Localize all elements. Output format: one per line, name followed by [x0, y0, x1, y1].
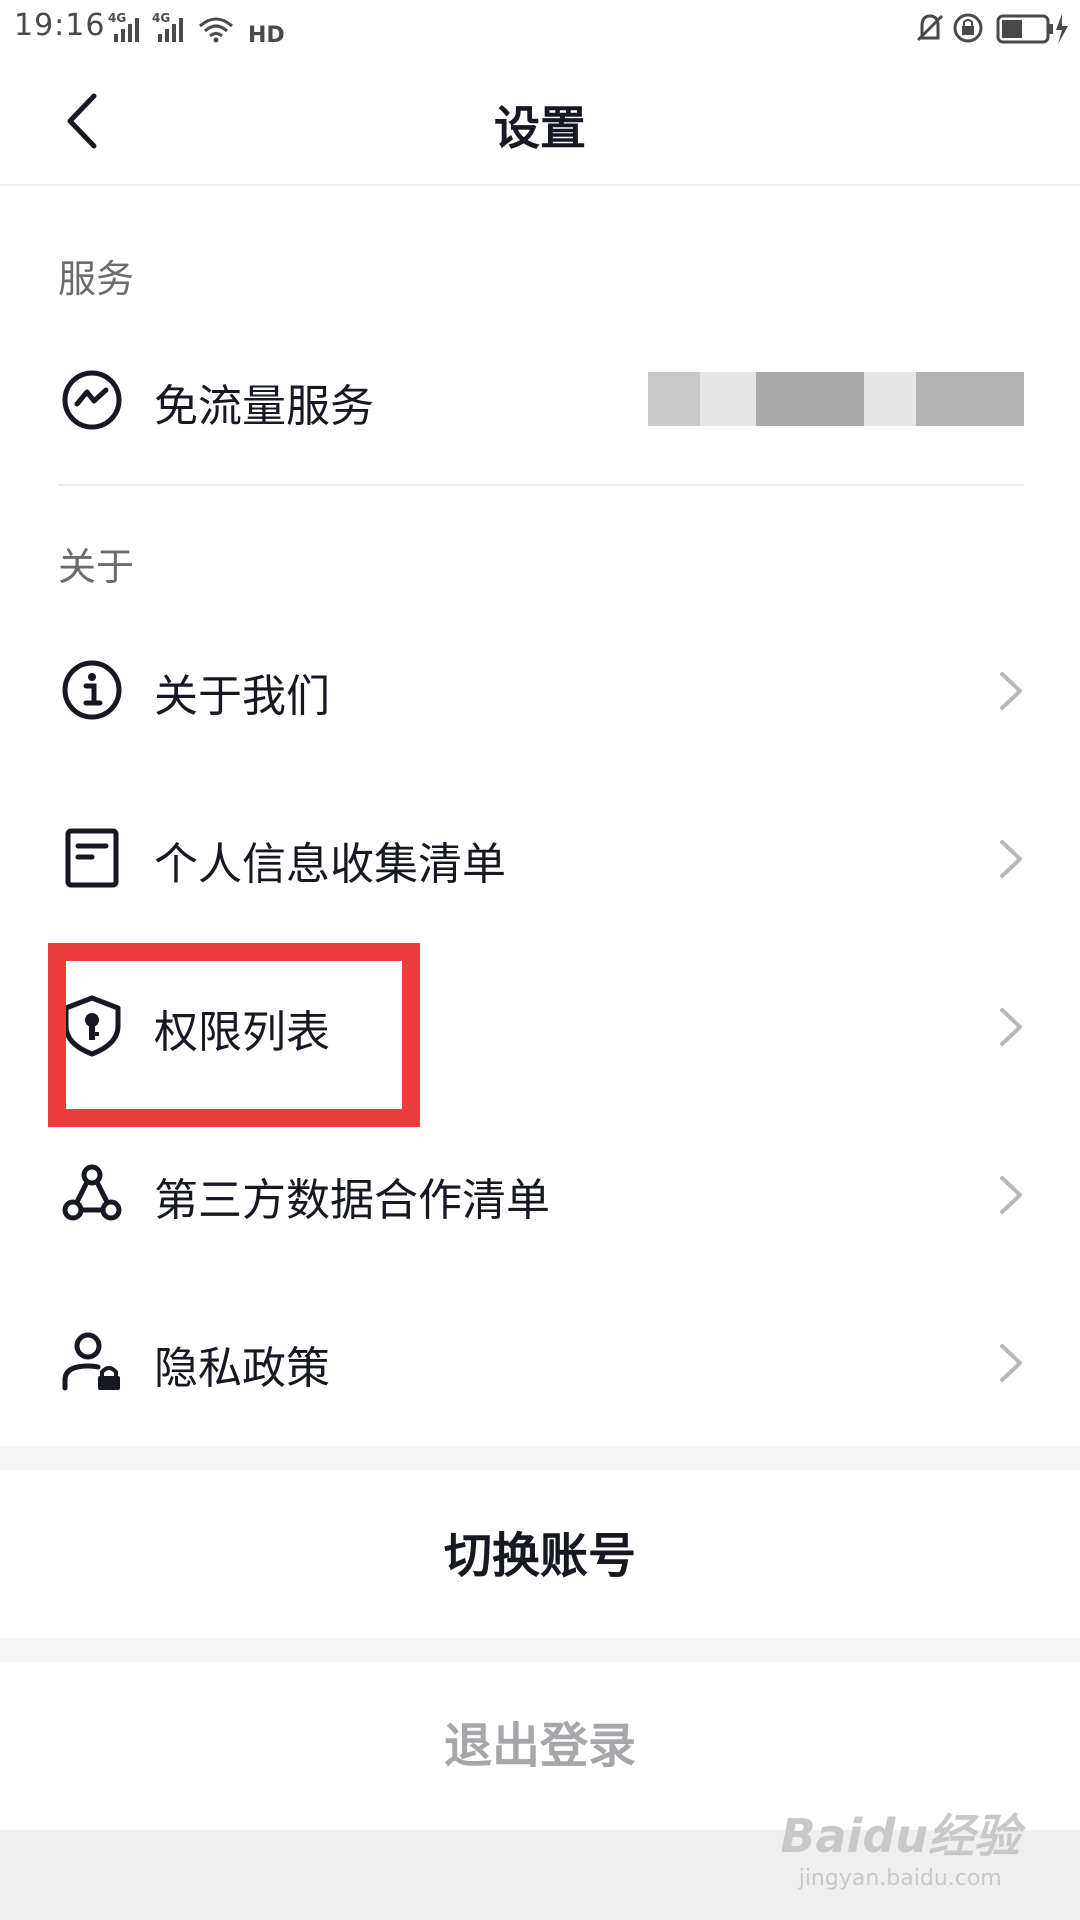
row-label: 关于我们 — [154, 671, 330, 722]
section-gap — [0, 1446, 1080, 1470]
watermark-logo: Baidu经验 — [780, 1809, 1020, 1863]
chevron-right-icon — [1000, 1344, 1022, 1382]
row-personal-info-list[interactable]: 个人信息收集清单 — [0, 788, 1080, 928]
info-icon — [62, 660, 122, 720]
watermark-url: jingyan.baidu.com — [798, 1866, 1002, 1891]
section-header-service: 服务 — [58, 257, 135, 301]
page-title: 设置 — [494, 101, 586, 155]
chevron-right-icon — [1000, 1008, 1022, 1046]
network-4g-label-2: 4G — [152, 11, 170, 25]
hd-label: HD — [248, 23, 285, 48]
nav-bar: 设置 — [0, 56, 1080, 186]
row-privacy-policy[interactable]: 隐私政策 — [0, 1292, 1080, 1432]
system-status-icons — [916, 13, 1068, 44]
network-icon — [62, 1164, 122, 1221]
blurred-value — [648, 372, 1024, 426]
chevron-right-icon — [1000, 1176, 1022, 1214]
status-time: 19:16 — [14, 8, 106, 43]
watermark: Baidu经验 jingyan.baidu.com — [780, 1800, 1020, 1891]
data-free-icon — [62, 370, 122, 430]
chevron-right-icon — [1000, 840, 1022, 878]
document-icon — [65, 828, 119, 888]
section-gap — [0, 1638, 1080, 1662]
row-about-us[interactable]: 关于我们 — [0, 620, 1080, 760]
status-bar: 19:16 4G 4G HD — [0, 0, 1080, 56]
network-4g-label-1: 4G — [108, 11, 126, 25]
row-label: 免流量服务 — [154, 381, 374, 432]
highlight-box — [48, 943, 420, 1127]
divider — [58, 484, 1024, 486]
user-lock-icon — [62, 1332, 120, 1391]
chevron-right-icon — [1000, 672, 1022, 710]
row-label: 隐私政策 — [154, 1343, 330, 1394]
network-signal-icons: 4G 4G HD — [108, 11, 285, 48]
section-header-about: 关于 — [58, 545, 135, 589]
row-label: 第三方数据合作清单 — [154, 1175, 550, 1226]
row-third-party-data-list[interactable]: 第三方数据合作清单 — [0, 1124, 1080, 1264]
row-label: 个人信息收集清单 — [154, 839, 506, 890]
switch-account-button[interactable]: 切换账号 — [0, 1472, 1080, 1640]
